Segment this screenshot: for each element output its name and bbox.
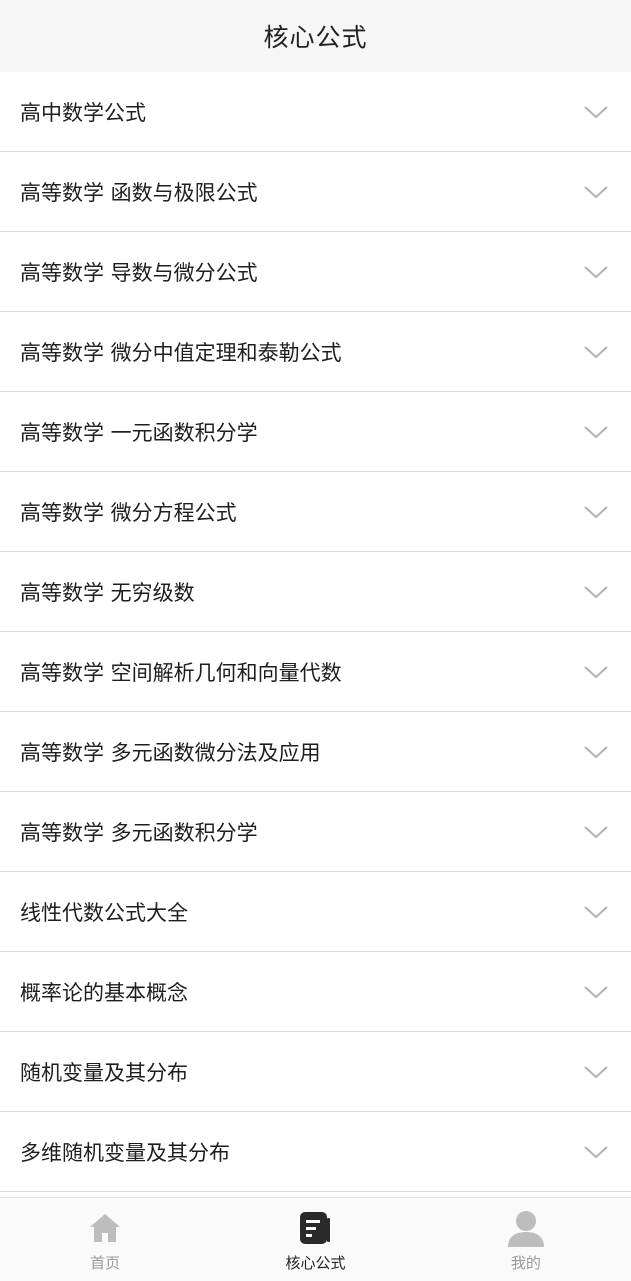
list-item-label: 高等数学 多元函数微分法及应用 bbox=[20, 740, 321, 765]
chevron-down-icon bbox=[583, 424, 609, 440]
list-item[interactable]: 高等数学 无穷级数 bbox=[0, 552, 631, 632]
list-item[interactable]: 高等数学 一元函数积分学 bbox=[0, 392, 631, 472]
list-item[interactable]: 随机变量及其分布 bbox=[0, 1032, 631, 1112]
list-item-label: 多维随机变量及其分布 bbox=[20, 1140, 230, 1165]
list-item[interactable]: 高等数学 微分中值定理和泰勒公式 bbox=[0, 312, 631, 392]
list-item-label: 高等数学 一元函数积分学 bbox=[20, 420, 258, 445]
top-bar: 核心公式 bbox=[0, 0, 631, 72]
chevron-down-icon bbox=[583, 344, 609, 360]
list-item[interactable]: 高等数学 多元函数积分学 bbox=[0, 792, 631, 872]
list-item[interactable]: 高中数学公式 bbox=[0, 72, 631, 152]
tab-label: 首页 bbox=[90, 1254, 121, 1272]
tab-mine[interactable]: 我的 bbox=[421, 1198, 631, 1281]
list-item-label: 高等数学 空间解析几何和向量代数 bbox=[20, 660, 342, 685]
book-icon bbox=[295, 1208, 335, 1248]
list-item-label: 随机变量及其分布 bbox=[20, 1060, 188, 1085]
list-item-label: 高等数学 导数与微分公式 bbox=[20, 260, 258, 285]
list-item-label: 高等数学 无穷级数 bbox=[20, 580, 195, 605]
chevron-down-icon bbox=[583, 744, 609, 760]
list-item[interactable]: 多维随机变量及其分布 bbox=[0, 1112, 631, 1192]
chevron-down-icon bbox=[583, 504, 609, 520]
tab-core-formulas[interactable]: 核心公式 bbox=[210, 1198, 420, 1281]
list-item[interactable]: 概率论的基本概念 bbox=[0, 952, 631, 1032]
list-item[interactable]: 线性代数公式大全 bbox=[0, 872, 631, 952]
chevron-down-icon bbox=[583, 984, 609, 1000]
tab-label: 我的 bbox=[510, 1254, 541, 1272]
list-item[interactable]: 高等数学 空间解析几何和向量代数 bbox=[0, 632, 631, 712]
list-item-label: 线性代数公式大全 bbox=[20, 900, 188, 925]
list-item[interactable]: 高等数学 微分方程公式 bbox=[0, 472, 631, 552]
chevron-down-icon bbox=[583, 1064, 609, 1080]
list-item-label: 高等数学 函数与极限公式 bbox=[20, 180, 258, 205]
chevron-down-icon bbox=[583, 104, 609, 120]
chevron-down-icon bbox=[583, 584, 609, 600]
chevron-down-icon bbox=[583, 264, 609, 280]
home-icon bbox=[85, 1208, 125, 1248]
bottom-tab-bar: 首页 核心公式 我的 bbox=[0, 1197, 631, 1281]
tab-label: 核心公式 bbox=[285, 1254, 346, 1272]
list-item[interactable]: 高等数学 多元函数微分法及应用 bbox=[0, 712, 631, 792]
list-item-label: 概率论的基本概念 bbox=[20, 980, 188, 1005]
chevron-down-icon bbox=[583, 1144, 609, 1160]
page-title: 核心公式 bbox=[263, 23, 368, 52]
list-item-label: 高等数学 微分方程公式 bbox=[20, 500, 237, 525]
list-item[interactable]: 高等数学 导数与微分公式 bbox=[0, 232, 631, 312]
list-item-label: 高等数学 多元函数积分学 bbox=[20, 820, 258, 845]
list-item-label: 高等数学 微分中值定理和泰勒公式 bbox=[20, 340, 342, 365]
chevron-down-icon bbox=[583, 664, 609, 680]
tab-home[interactable]: 首页 bbox=[0, 1198, 210, 1281]
list-item-label: 高中数学公式 bbox=[20, 100, 146, 125]
user-icon bbox=[506, 1208, 546, 1248]
chevron-down-icon bbox=[583, 184, 609, 200]
list-item[interactable]: 高等数学 函数与极限公式 bbox=[0, 152, 631, 232]
chevron-down-icon bbox=[583, 824, 609, 840]
chevron-down-icon bbox=[583, 904, 609, 920]
formula-category-list: 高中数学公式 高等数学 函数与极限公式 高等数学 导数与微分公式 高等数学 微分… bbox=[0, 72, 631, 1197]
